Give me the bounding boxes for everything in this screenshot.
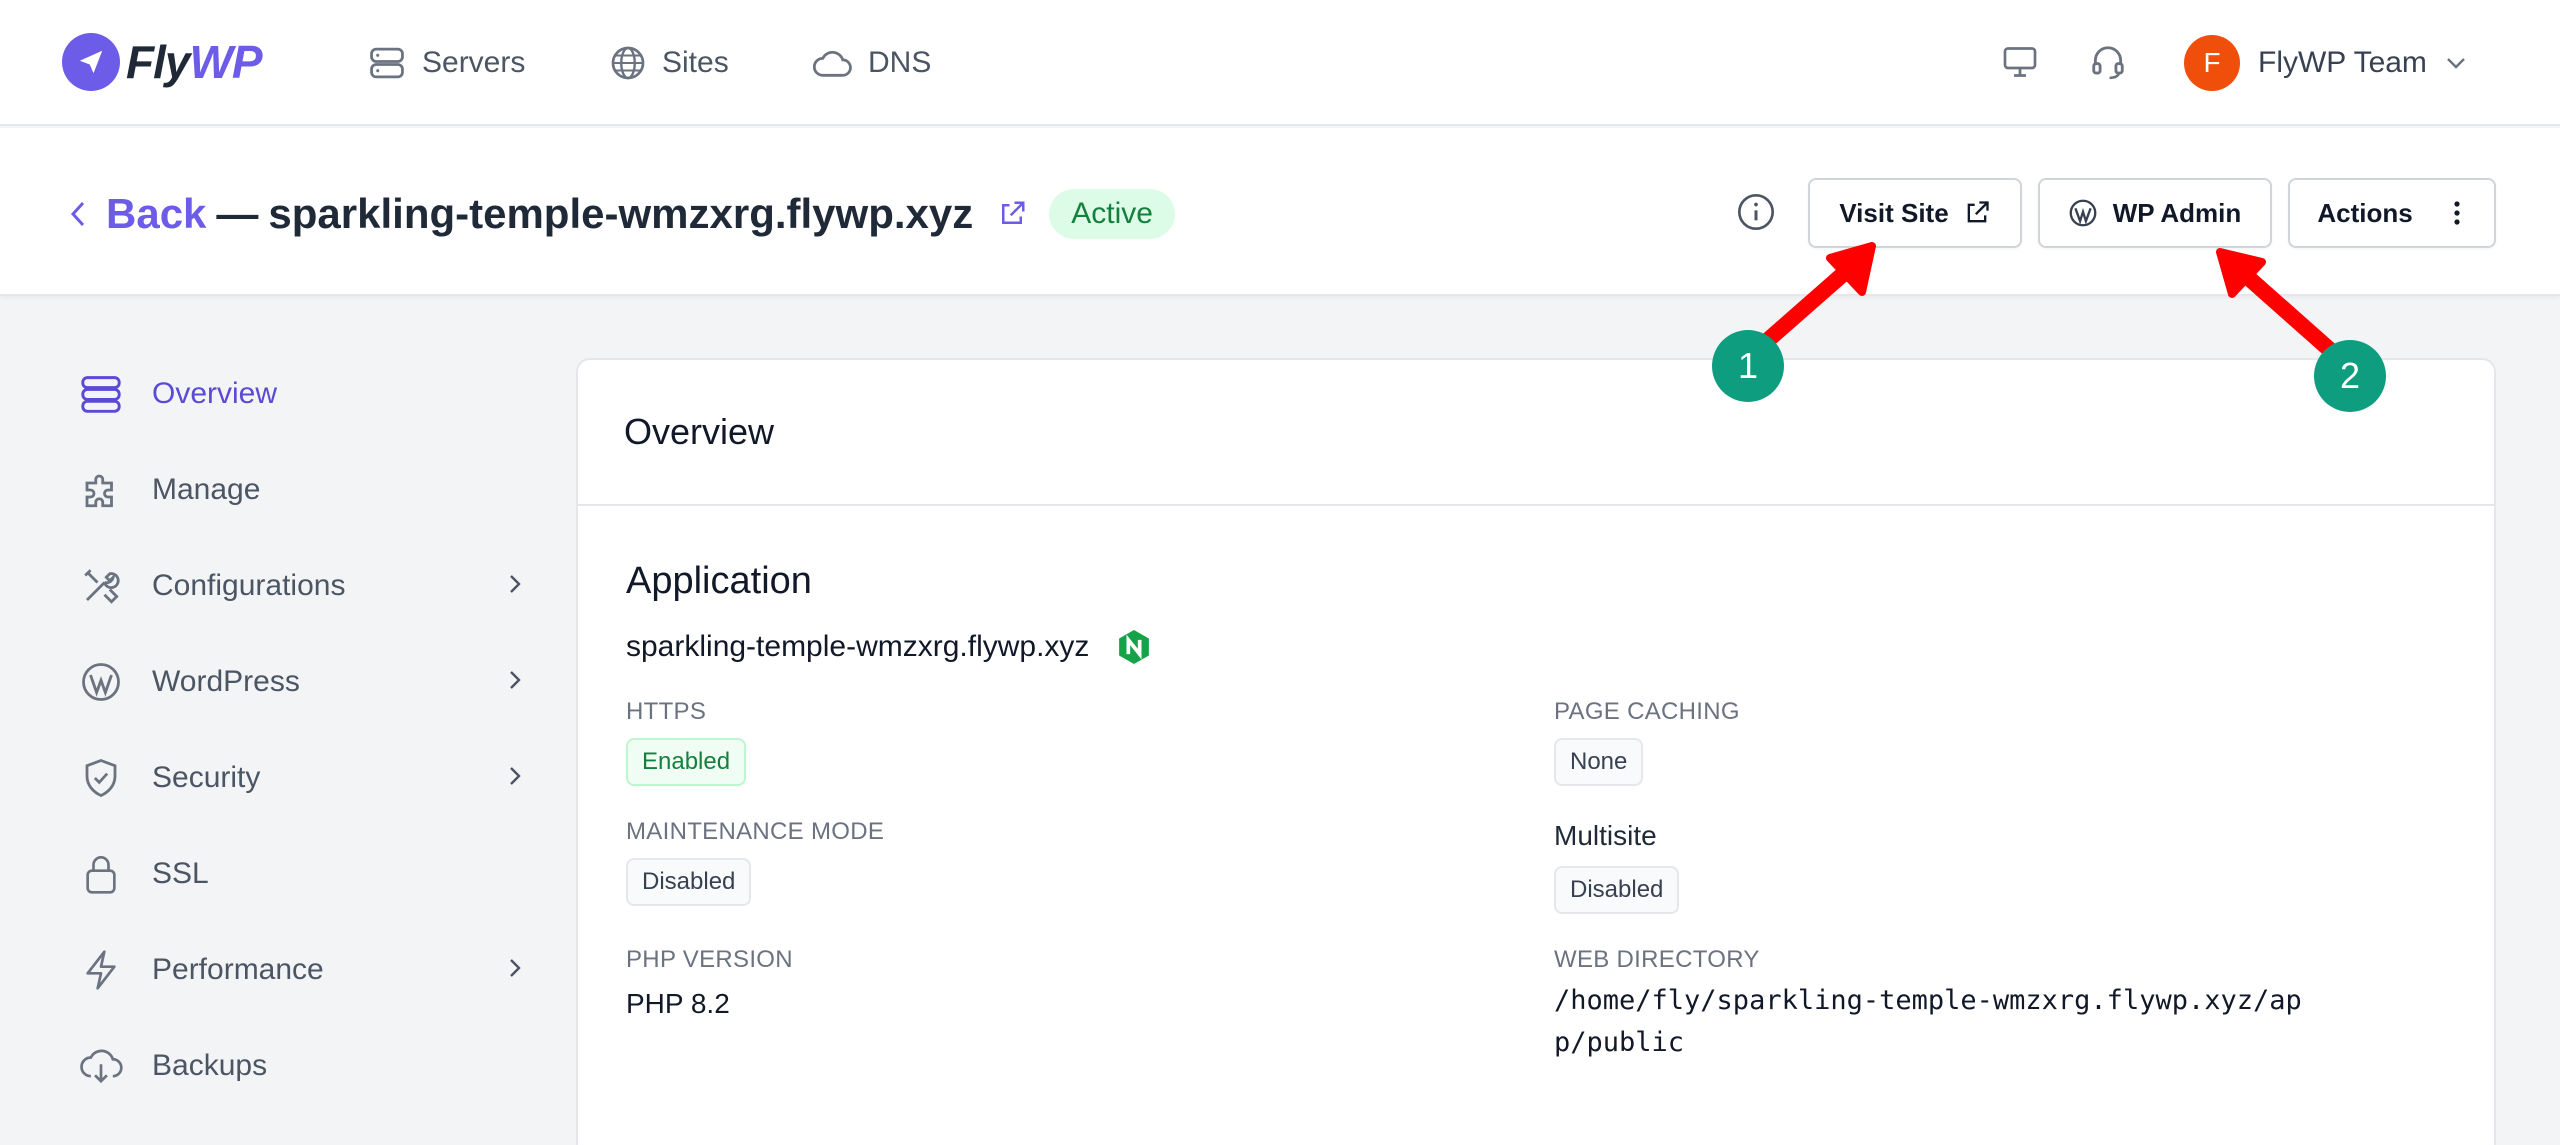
nav-servers-label: Servers: [422, 46, 526, 79]
puzzle-icon: [78, 467, 124, 513]
flywp-logo[interactable]: FlyWP: [62, 32, 263, 92]
web-directory-value: /home/fly/sparkling-temple-wmzxrg.flywp.…: [1554, 985, 2302, 1058]
nav-dns-label: DNS: [868, 46, 932, 79]
actions-button[interactable]: Actions: [2288, 178, 2496, 248]
chevron-right-icon: [510, 767, 521, 785]
php-version-value: PHP 8.2: [626, 988, 730, 1019]
sidebar-item-label: Overview: [152, 377, 278, 410]
nginx-icon: [1119, 630, 1150, 664]
sidebar-item-label: Backups: [152, 1049, 268, 1082]
maintenance-mode-label: MAINTENANCE MODE: [626, 818, 885, 845]
server-icon: [370, 47, 404, 79]
chevron-right-icon: [510, 959, 521, 977]
https-status-badge: Enabled: [626, 738, 747, 786]
sidebar-item-label: SSL: [152, 857, 209, 890]
application-domain: sparkling-temple-wmzxrg.flywp.xyz: [626, 628, 1151, 666]
card-title: Overview: [578, 360, 2494, 506]
php-version-label: PHP VERSION: [626, 946, 793, 973]
sidebar-item-configurations[interactable]: Configurations: [78, 558, 522, 614]
page-title: sparkling-temple-wmzxrg.flywp.xyz: [268, 190, 974, 237]
title-separator: —: [216, 190, 259, 237]
sidebar-item-performance[interactable]: Performance: [78, 942, 522, 998]
support-headset-icon[interactable]: [2086, 40, 2130, 84]
sidebar-item-wordpress[interactable]: WordPress: [78, 654, 522, 710]
site-header: Back — sparkling-temple-wmzxrg.flywp.xyz…: [0, 128, 2560, 296]
nav-dns[interactable]: DNS: [812, 40, 931, 86]
application-section-title: Application: [626, 560, 812, 602]
back-label: Back: [106, 190, 207, 237]
sidebar-item-security[interactable]: Security: [78, 750, 522, 806]
user-menu[interactable]: F FlyWP Team: [2184, 34, 2467, 92]
logo-wp: WP: [189, 36, 262, 88]
page-caching-badge: None: [1554, 738, 1644, 786]
chevron-down-icon: [2447, 58, 2465, 69]
visit-site-label: Visit Site: [1839, 197, 1949, 228]
annotation-marker-2: 2: [2314, 340, 2386, 412]
shield-icon: [78, 755, 124, 801]
logo-fly: Fly: [126, 36, 190, 88]
sidebar-item-ssl[interactable]: SSL: [78, 846, 522, 902]
multisite-label: Multisite: [1554, 820, 1657, 851]
application-domain-text: sparkling-temple-wmzxrg.flywp.xyz: [626, 630, 1090, 663]
external-link-icon[interactable]: [997, 199, 1027, 229]
back-link[interactable]: Back: [70, 190, 206, 238]
overview-card: Overview Application sparkling-temple-wm…: [576, 358, 2496, 1145]
logo-mark-icon: [62, 33, 120, 91]
globe-icon: [611, 46, 645, 80]
wp-admin-label: WP Admin: [2112, 197, 2242, 228]
web-directory-label: WEB DIRECTORY: [1554, 946, 1760, 973]
logo-wordmark: FlyWP: [126, 35, 263, 89]
tools-icon: [78, 563, 124, 609]
status-badge: Active: [1049, 189, 1175, 239]
monitor-icon[interactable]: [1998, 40, 2042, 84]
nav-sites[interactable]: Sites: [610, 40, 729, 86]
wp-admin-button[interactable]: WP Admin: [2038, 178, 2272, 248]
nav-sites-label: Sites: [662, 46, 729, 79]
chevron-left-icon: [70, 201, 85, 227]
nav-servers[interactable]: Servers: [368, 40, 525, 86]
cloud-download-icon: [78, 1043, 124, 1089]
wordpress-icon: [2069, 199, 2097, 227]
sidebar-item-label: Performance: [152, 953, 324, 986]
visit-site-button[interactable]: Visit Site: [1808, 178, 2022, 248]
sidebar-item-label: Manage: [152, 473, 261, 506]
info-icon[interactable]: [1736, 192, 1776, 232]
https-label: HTTPS: [626, 698, 707, 725]
lock-icon: [78, 851, 124, 897]
actions-label: Actions: [2317, 197, 2413, 228]
sidebar-item-label: Security: [152, 761, 261, 794]
site-title-row: Back — sparkling-temple-wmzxrg.flywp.xyz…: [70, 186, 1175, 242]
avatar: F: [2184, 35, 2240, 91]
external-link-icon: [1967, 201, 1989, 223]
annotation-marker-1: 1: [1712, 330, 1784, 402]
multisite-badge: Disabled: [1554, 866, 1680, 914]
sidebar-item-label: WordPress: [152, 665, 300, 698]
chevron-right-icon: [510, 671, 521, 689]
more-vertical-icon: [2454, 201, 2460, 225]
sidebar-item-manage[interactable]: Manage: [78, 462, 522, 518]
server-stack-icon: [78, 371, 124, 417]
maintenance-mode-badge: Disabled: [626, 858, 752, 906]
sidebar-item-backups[interactable]: Backups: [78, 1038, 522, 1094]
top-navbar: FlyWP Servers Sites DNS F FlyWP Team: [0, 0, 2560, 126]
wordpress-icon: [78, 659, 124, 705]
cloud-icon: [813, 50, 852, 77]
sidebar-item-overview[interactable]: Overview: [78, 366, 522, 422]
user-name: FlyWP Team: [2258, 46, 2427, 79]
chevron-right-icon: [510, 575, 521, 593]
sidebar-item-label: Configurations: [152, 569, 346, 602]
bolt-icon: [78, 947, 124, 993]
page-caching-label: PAGE CACHING: [1554, 698, 1740, 725]
